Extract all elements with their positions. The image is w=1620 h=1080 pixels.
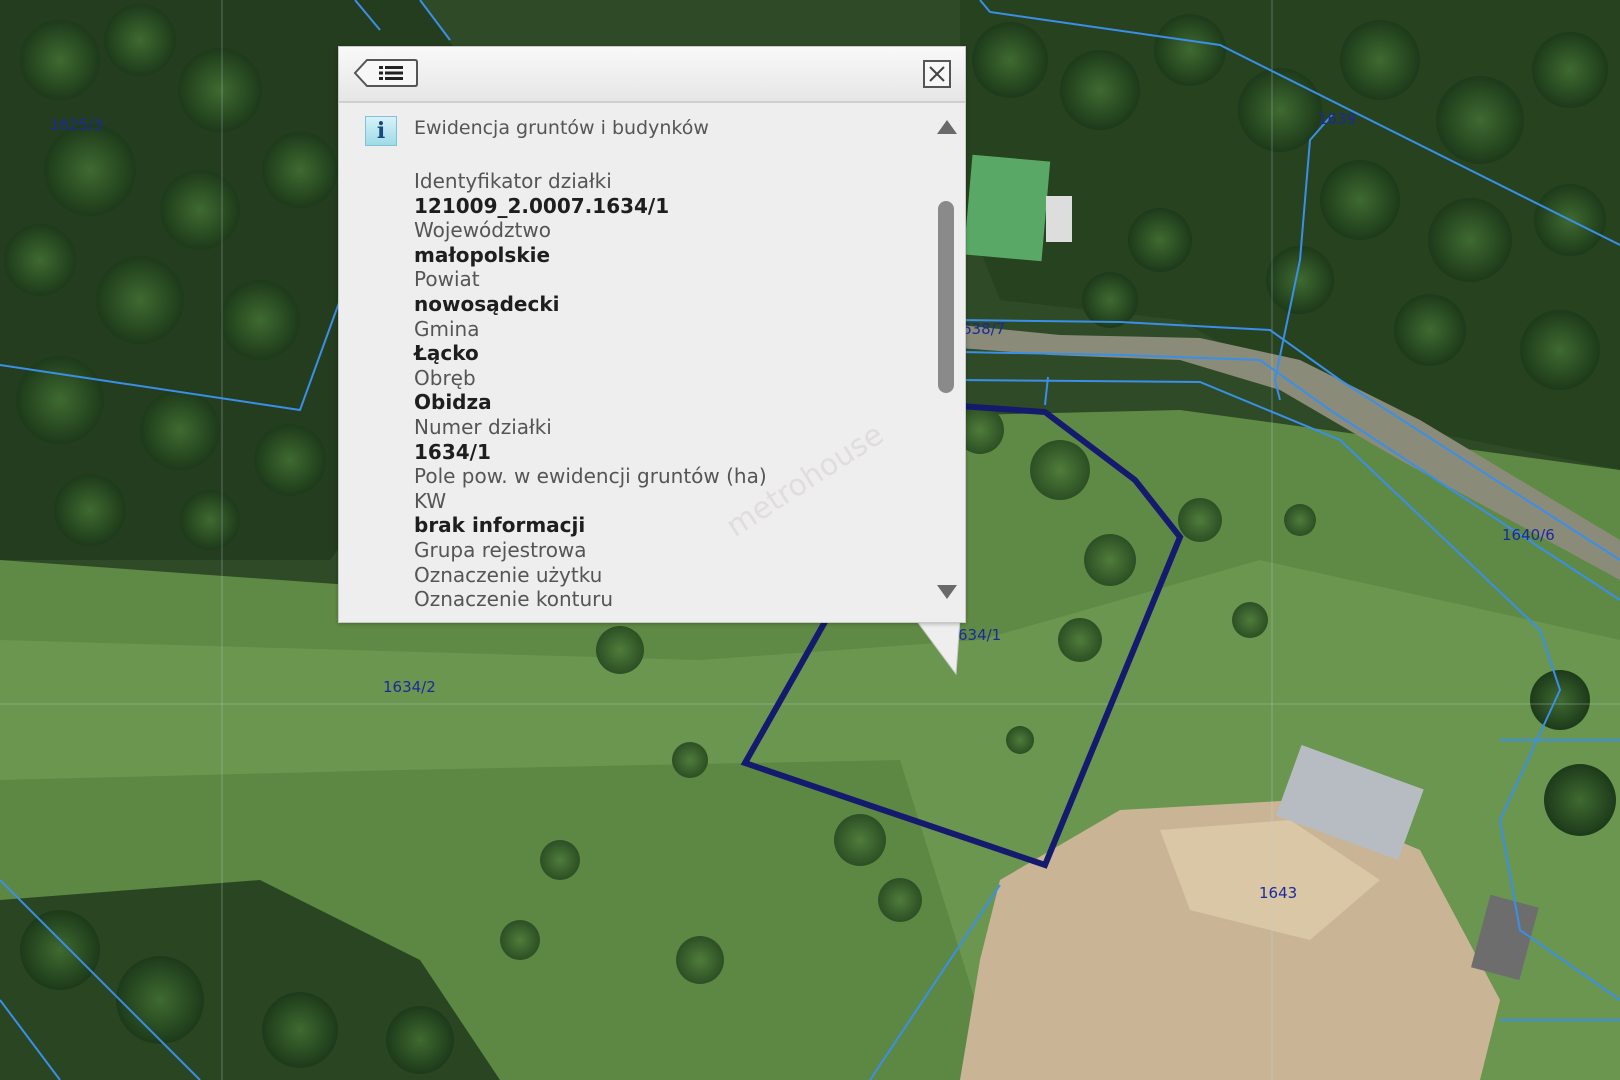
field-label: Obręb: [414, 365, 476, 390]
field-label: Numer działki: [414, 414, 552, 439]
parcel-label: 1643: [1259, 884, 1297, 902]
info-icon: i: [365, 116, 397, 146]
field-label: Gmina: [414, 316, 480, 341]
field-label: Oznaczenie użytku: [414, 562, 603, 587]
field-value: brak informacji: [414, 513, 586, 538]
field-label: Województwo: [414, 218, 551, 243]
field-label: Grupa rejestrowa: [414, 537, 587, 562]
field-value: Obidza: [414, 390, 492, 415]
parcel-label: 634/1: [958, 626, 1001, 644]
popup-scrollbar[interactable]: [929, 103, 965, 622]
field-value: 121009_2.0007.1634/1: [414, 193, 670, 218]
field-label: Identyfikator działki: [414, 169, 612, 193]
field-value: Łącko: [414, 341, 479, 366]
parcel-label: 1640/6: [1502, 526, 1555, 544]
field-label: Oznaczenie konturu: [414, 587, 614, 612]
source-title: Ewidencja gruntów i budynków: [414, 117, 709, 139]
field-label: KW: [414, 488, 447, 513]
parcel-info-popup: i Ewidencja gruntów i budynków Identyfik…: [338, 46, 966, 623]
field-value: nowosądecki: [414, 291, 560, 316]
parcel-label: 1634/2: [383, 678, 436, 696]
popup-pointer: [916, 620, 960, 676]
scroll-down-arrow-icon[interactable]: [936, 584, 958, 600]
field-label: Powiat: [414, 267, 480, 292]
scroll-up-arrow-icon[interactable]: [936, 119, 958, 135]
field-label: Pole pow. w ewidencji gruntów (ha): [414, 464, 767, 489]
list-back-icon[interactable]: [353, 58, 419, 88]
popup-header: [339, 47, 965, 103]
field-value: małopolskie: [414, 242, 551, 267]
popup-body: i Ewidencja gruntów i budynków Identyfik…: [339, 103, 929, 622]
parcel-label: 1625/3: [50, 116, 103, 134]
parcel-label: 638/7: [962, 320, 1005, 338]
close-icon[interactable]: [923, 60, 951, 88]
field-value: 1634/1: [414, 439, 491, 464]
scroll-thumb[interactable]: [938, 201, 954, 393]
parcel-fields: Identyfikator działki 121009_2.0007.1634…: [414, 169, 767, 612]
parcel-label: 1639: [1318, 110, 1356, 128]
